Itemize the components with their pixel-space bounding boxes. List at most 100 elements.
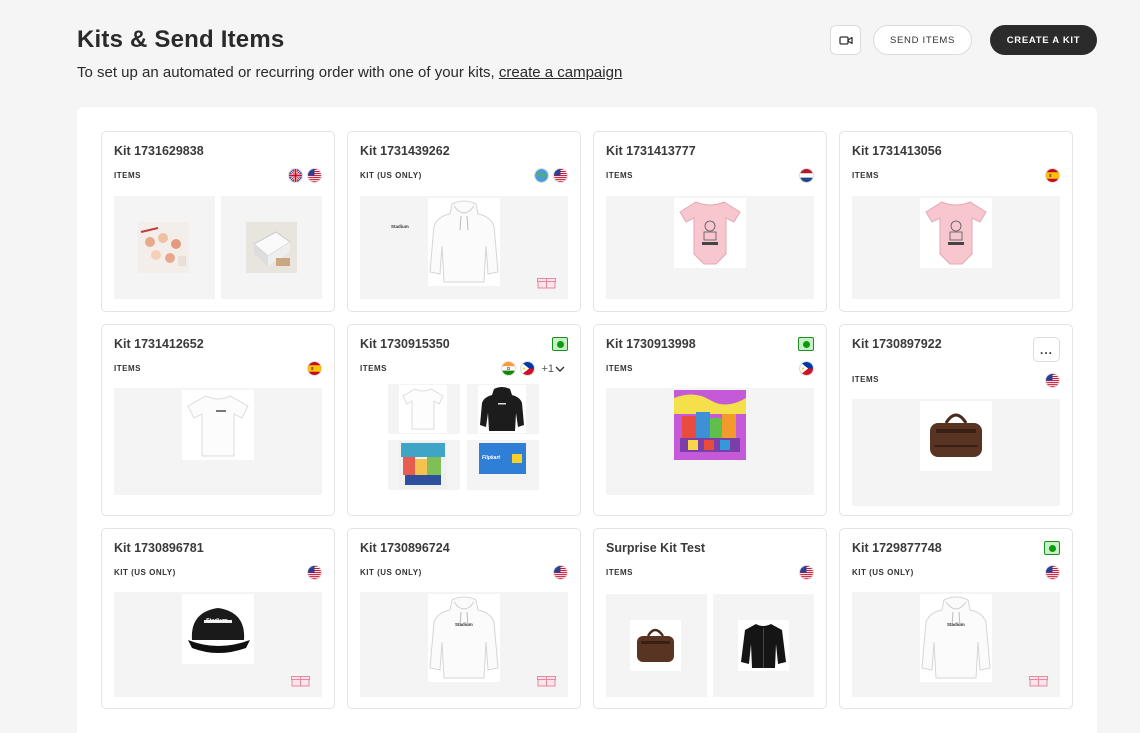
us-flag-icon	[1045, 373, 1060, 388]
philippines-flag-icon	[799, 361, 814, 376]
india-flag-icon	[501, 361, 517, 376]
kit-subtitle: ITEMS	[606, 568, 633, 577]
us-flag-icon	[1045, 565, 1060, 580]
gift-card-image: Flipkart	[479, 443, 526, 474]
kit-title: Kit 1730897922	[852, 337, 942, 351]
cupcakes-image	[138, 222, 189, 273]
chevron-down-icon[interactable]	[554, 363, 566, 375]
kit-title: Kit 1731629838	[114, 144, 204, 158]
kit-card[interactable]: Kit 1730897922 ... ITEMS	[839, 324, 1073, 516]
gift-card-label: Flipkart	[482, 455, 501, 461]
create-campaign-link[interactable]: create a campaign	[499, 64, 622, 81]
kit-subtitle: KIT (US ONLY)	[360, 568, 422, 577]
product-image-box: Stadium	[852, 592, 1060, 697]
kit-flags	[1045, 565, 1060, 580]
kit-flags	[799, 168, 814, 183]
hoodie-image	[920, 594, 992, 682]
snack-box-image	[399, 441, 447, 489]
product-image-box	[713, 594, 814, 697]
product-image-box	[606, 388, 814, 495]
kit-card[interactable]: Kit 1729877748 KIT (US ONLY) Stadium	[839, 528, 1073, 709]
send-items-button[interactable]: SEND ITEMS	[873, 25, 972, 55]
kit-subtitle: KIT (US ONLY)	[114, 568, 176, 577]
kit-title: Kit 1730913998	[606, 337, 696, 351]
more-flags-count: +1	[541, 362, 554, 375]
active-status-icon	[1044, 541, 1060, 555]
uk-flag-icon	[288, 168, 303, 183]
kit-card[interactable]: Kit 1731412652 ITEMS	[101, 324, 335, 516]
duffel-bag-image	[630, 620, 681, 671]
hoodie-brand-label: Stadium	[947, 622, 965, 627]
gift-box-icon	[291, 676, 310, 687]
kit-card[interactable]: Kit 1730913998 ITEMS	[593, 324, 827, 516]
kit-title: Kit 1729877748	[852, 541, 942, 555]
kit-card[interactable]: Kit 1731413777 ITEMS	[593, 131, 827, 312]
product-image-box: Stadium	[114, 592, 322, 697]
kit-subtitle: ITEMS	[114, 364, 141, 373]
kit-title: Kit 1731413777	[606, 144, 696, 158]
kit-subtitle: ITEMS	[852, 375, 879, 384]
baby-onesie-image	[920, 198, 992, 268]
kit-flags	[1045, 168, 1060, 183]
kit-flags	[534, 168, 568, 183]
kit-title: Kit 1731412652	[114, 337, 204, 351]
product-image-box	[606, 594, 707, 697]
product-image-box: Stadium	[360, 592, 568, 697]
tshirt-image	[182, 390, 254, 460]
kit-title: Kit 1730915350	[360, 337, 450, 351]
product-image-box	[114, 388, 322, 495]
kit-subtitle: ITEMS	[114, 171, 141, 180]
cap-image	[182, 594, 254, 664]
create-kit-button[interactable]: CREATE A KIT	[990, 25, 1097, 55]
kit-title: Surprise Kit Test	[606, 541, 706, 555]
kit-card[interactable]: Kit 1730915350 ITEMS +1 Flipkart	[347, 324, 581, 516]
gift-box-icon	[537, 278, 556, 289]
kit-flags	[307, 361, 322, 376]
us-flag-icon	[553, 168, 568, 183]
kit-card[interactable]: Kit 1731629838 ITEMS	[101, 131, 335, 312]
duffel-bag-image	[920, 401, 992, 471]
spain-flag-icon	[1045, 168, 1060, 183]
us-flag-icon	[307, 168, 322, 183]
product-image-box	[388, 440, 460, 490]
kit-title: Kit 1731413056	[852, 144, 942, 158]
us-flag-icon	[307, 565, 322, 580]
kit-subtitle: ITEMS	[360, 364, 387, 373]
hoodie-image	[428, 594, 500, 682]
kit-card[interactable]: Surprise Kit Test ITEMS	[593, 528, 827, 709]
product-image-box	[852, 196, 1060, 299]
video-button[interactable]	[830, 25, 861, 55]
baby-onesie-image	[674, 198, 746, 268]
video-camera-icon	[838, 35, 853, 45]
tshirt-image	[399, 385, 447, 433]
subtitle-text: To set up an automated or recurring orde…	[77, 64, 499, 81]
kit-flags	[799, 361, 814, 376]
gift-box-icon	[537, 676, 556, 687]
kit-subtitle: ITEMS	[852, 171, 879, 180]
kit-subtitle: ITEMS	[606, 171, 633, 180]
kit-flags	[1045, 373, 1060, 388]
kit-flags	[799, 565, 814, 580]
kit-card[interactable]: Kit 1731413056 ITEMS	[839, 131, 1073, 312]
flipkart-logo-icon	[512, 454, 522, 463]
kit-card[interactable]: Kit 1730896781 KIT (US ONLY) Stadium	[101, 528, 335, 709]
page-title: Kits & Send Items	[77, 26, 285, 53]
black-jacket-image	[738, 620, 789, 671]
page-subtitle: To set up an automated or recurring orde…	[77, 64, 622, 81]
kit-flags	[288, 168, 322, 183]
us-flag-icon	[553, 565, 568, 580]
product-image-box	[606, 196, 814, 299]
philippines-flag-icon	[520, 361, 536, 376]
kit-card[interactable]: Kit 1730896724 KIT (US ONLY) Stadium	[347, 528, 581, 709]
kit-title: Kit 1730896781	[114, 541, 204, 555]
active-status-icon	[798, 337, 814, 351]
kit-card[interactable]: Kit 1731439262 KIT (US ONLY) Stadium	[347, 131, 581, 312]
active-status-icon	[552, 337, 568, 351]
netherlands-flag-icon	[799, 168, 814, 183]
hoodie-brand-label: Stadium	[391, 224, 409, 229]
black-hoodie-image	[478, 385, 526, 433]
kit-subtitle: KIT (US ONLY)	[360, 171, 422, 180]
spain-flag-icon	[307, 361, 322, 376]
kit-flags	[307, 565, 322, 580]
more-options-button[interactable]: ...	[1033, 337, 1060, 362]
